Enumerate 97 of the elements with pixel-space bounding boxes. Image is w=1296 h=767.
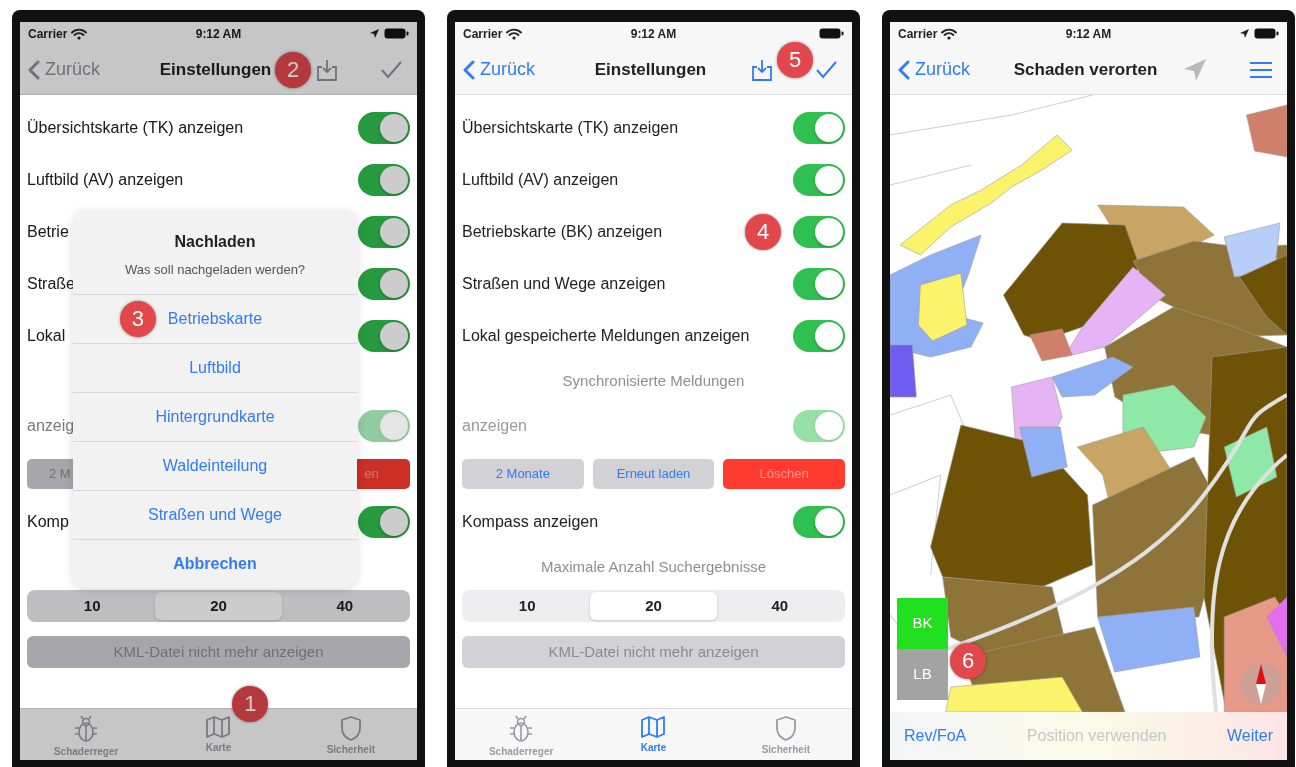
setting-label: Kompass anzeigen — [462, 512, 599, 532]
map-icon — [640, 715, 667, 739]
beetle-icon — [508, 715, 535, 743]
status-time: 9:12 AM — [195, 25, 242, 43]
location-arrow-icon — [1183, 57, 1207, 82]
segment[interactable]: 40 — [281, 592, 408, 620]
download-button[interactable] — [316, 57, 338, 82]
nav-title: Schaden verorten — [1013, 58, 1158, 81]
tab-item[interactable]: Schaderreger — [45, 709, 127, 760]
compass-icon — [1239, 662, 1283, 706]
step-marker: 2 — [275, 51, 312, 88]
tab-item[interactable]: Karte — [632, 709, 675, 760]
toggle-switch[interactable] — [793, 164, 845, 196]
toggle-switch[interactable] — [358, 164, 410, 196]
shield-icon — [774, 715, 797, 741]
tab-item[interactable]: Sicherheit — [318, 709, 383, 760]
setting-label: Straße — [27, 274, 75, 294]
carrier-label: Carrier — [898, 25, 938, 43]
segment[interactable]: 10 — [29, 592, 156, 620]
battery-icon — [384, 28, 409, 39]
sheet-option[interactable]: Straßen und Wege — [73, 489, 357, 539]
wifi-icon — [71, 27, 88, 40]
setting-label: Betriebskarte (BK) anzeigen — [462, 222, 663, 242]
chevron-left-icon — [898, 59, 910, 80]
sheet-option[interactable]: Hintergrundkarte — [73, 391, 357, 441]
nav-title: Einstellungen — [594, 58, 707, 81]
segment[interactable]: 40 — [716, 592, 843, 620]
download-tray-icon — [751, 57, 773, 82]
toggle-switch[interactable] — [793, 216, 845, 248]
setting-label: Luftbild (AV) anzeigen — [27, 170, 184, 190]
toggle-switch[interactable] — [793, 112, 845, 144]
battery-icon — [819, 28, 844, 39]
cancel-button[interactable]: Abbrechen — [73, 538, 357, 588]
wifi-icon — [506, 27, 523, 40]
toggle-switch[interactable] — [793, 268, 845, 300]
toggle-switch[interactable] — [358, 320, 410, 352]
setting-label: Straßen und Wege anzeigen — [462, 274, 666, 294]
checkmark-icon — [815, 60, 838, 79]
setting-label: Lokal — [27, 326, 66, 346]
action-button[interactable]: Erneut laden — [592, 459, 715, 489]
step-marker: 1 — [232, 686, 269, 722]
toolbar-button[interactable]: Rev/FoA — [904, 724, 967, 748]
setting-label: anzeig — [27, 416, 75, 436]
menu-button[interactable] — [1249, 60, 1273, 79]
layer-button[interactable]: LB — [897, 649, 948, 700]
step-marker: 4 — [745, 214, 781, 250]
step-marker: 3 — [119, 300, 156, 337]
wifi-icon — [941, 27, 958, 40]
action-button[interactable]: 2 Monate — [462, 459, 584, 489]
sheet-message: Was soll nachgeladen werden? — [124, 261, 306, 279]
done-button[interactable] — [815, 60, 838, 79]
done-button[interactable] — [380, 60, 403, 79]
segment[interactable]: 20 — [590, 592, 717, 620]
setting-label: Betrie — [27, 222, 69, 242]
setting-label: Übersichtskarte (TK) anzeigen — [462, 118, 679, 138]
setting-label: anzeigen — [462, 416, 527, 436]
setting-label: Übersichtskarte (TK) anzeigen — [27, 118, 244, 138]
beetle-icon — [73, 715, 100, 743]
section-header: Maximale Anzahl Suchergebnisse — [540, 556, 767, 577]
shield-icon — [339, 715, 362, 741]
sheet-option[interactable]: 3 Betriebskarte — [73, 293, 357, 343]
sheet-option[interactable]: Waldeinteilung — [73, 440, 357, 490]
download-tray-icon — [316, 57, 338, 82]
step-marker: 5 — [777, 42, 813, 78]
menu-icon — [1249, 60, 1273, 79]
download-button[interactable] — [751, 57, 773, 82]
battery-icon — [1254, 28, 1279, 39]
status-time: 9:12 AM — [630, 25, 677, 43]
toggle-switch[interactable] — [793, 320, 845, 352]
section-header: Synchronisierte Meldungen — [562, 370, 745, 391]
back-button[interactable]: Zurück — [28, 56, 100, 83]
carrier-label: Carrier — [28, 25, 68, 43]
nav-title: Einstellungen — [159, 58, 272, 81]
checkmark-icon — [380, 60, 403, 79]
setting-label: Lokal gespeicherte Meldungen anzeigen — [462, 326, 750, 346]
chevron-left-icon — [28, 59, 40, 80]
back-button[interactable]: Zurück — [463, 56, 535, 83]
setting-label: Komp — [27, 512, 69, 532]
back-button[interactable]: Zurück — [898, 56, 970, 83]
layer-button[interactable]: BK — [897, 598, 948, 649]
sheet-option[interactable]: Luftbild — [73, 342, 357, 392]
segment[interactable]: 20 — [155, 592, 282, 620]
toggle-switch[interactable] — [358, 268, 410, 300]
toggle-switch[interactable] — [358, 112, 410, 144]
toggle-switch[interactable] — [793, 506, 845, 538]
status-time: 9:12 AM — [1065, 25, 1112, 43]
toggle-switch[interactable] — [358, 506, 410, 538]
map-icon — [205, 715, 232, 739]
setting-label: Luftbild (AV) anzeigen — [462, 170, 619, 190]
sheet-title: Nachladen — [174, 232, 256, 252]
chevron-left-icon — [463, 59, 475, 80]
tab-item[interactable]: Sicherheit — [753, 709, 818, 760]
toolbar-button[interactable]: Weiter — [1227, 724, 1273, 748]
carrier-label: Carrier — [463, 25, 503, 43]
toggle-switch[interactable] — [358, 216, 410, 248]
segment[interactable]: 10 — [464, 592, 591, 620]
tab-item[interactable]: Schaderreger — [480, 709, 562, 760]
